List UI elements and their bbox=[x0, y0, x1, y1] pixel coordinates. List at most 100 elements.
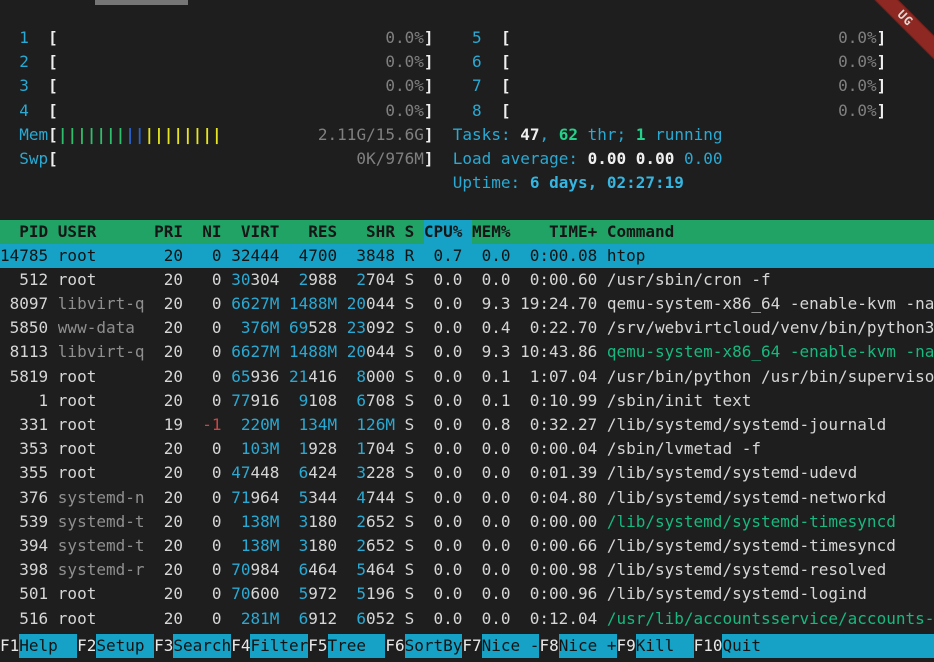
cell-user: root bbox=[58, 244, 154, 268]
fn-F7[interactable]: F7Nice - bbox=[462, 634, 539, 658]
cell-cpu: 0.0 bbox=[424, 486, 472, 510]
process-row[interactable]: 8097libvirt-q2006627M1488M20044S0.09.319… bbox=[0, 292, 934, 316]
header-cpu[interactable]: CPU% bbox=[424, 220, 472, 244]
process-row[interactable]: 394systemd-t200138M31802652S0.00.00:00.6… bbox=[0, 534, 934, 558]
cell-res: 5972 bbox=[289, 582, 347, 606]
cell-res: 1928 bbox=[289, 437, 347, 461]
cell-virt: 70600 bbox=[231, 582, 289, 606]
process-row[interactable]: 1root2007791691086708S0.00.10:10.99/sbin… bbox=[0, 389, 934, 413]
cell-pri: 20 bbox=[154, 316, 193, 340]
process-row[interactable]: 376systemd-n2007196453444744S0.00.00:04.… bbox=[0, 486, 934, 510]
fn-F5[interactable]: F5Tree bbox=[308, 634, 385, 658]
process-row[interactable]: 5850www-data200376M6952823092S0.00.40:22… bbox=[0, 316, 934, 340]
cell-time: 0:00.66 bbox=[520, 534, 607, 558]
cell-mem: 0.8 bbox=[472, 413, 520, 437]
fn-F10[interactable]: F10Quit bbox=[694, 634, 781, 658]
cell-mem: 0.0 bbox=[472, 582, 520, 606]
cell-shr: 126M bbox=[347, 413, 405, 437]
cell-ni: 0 bbox=[193, 607, 232, 631]
cell-time: 10:43.86 bbox=[520, 340, 607, 364]
cell-mem: 0.0 bbox=[472, 268, 520, 292]
cell-user: libvirt-q bbox=[58, 292, 154, 316]
process-row[interactable]: 355root2004744864243228S0.00.00:01.39/li… bbox=[0, 461, 934, 485]
cell-res: 21416 bbox=[289, 365, 347, 389]
cell-shr: 4744 bbox=[347, 486, 405, 510]
process-row[interactable]: 398systemd-r2007098464645464S0.00.00:00.… bbox=[0, 558, 934, 582]
cell-user: root bbox=[58, 389, 154, 413]
cell-mem: 0.0 bbox=[472, 461, 520, 485]
cell-shr: 23092 bbox=[347, 316, 405, 340]
cell-cmd: /usr/bin/python /usr/bin/superviso bbox=[607, 365, 934, 389]
swap-meter: Swp[ 0K/976M] bbox=[0, 149, 434, 168]
fn-F1[interactable]: F1Help bbox=[0, 634, 77, 658]
cell-user: root bbox=[58, 437, 154, 461]
cell-pri: 20 bbox=[154, 486, 193, 510]
process-row[interactable]: 512root2003030429882704S0.00.00:00.60/us… bbox=[0, 268, 934, 292]
header-pri[interactable]: PRI bbox=[154, 220, 193, 244]
cell-cmd: /lib/systemd/systemd-timesyncd bbox=[607, 534, 934, 558]
cell-res: 1488M bbox=[289, 340, 347, 364]
header-pid[interactable]: PID bbox=[0, 220, 58, 244]
process-row[interactable]: 331root19-1220M134M126MS0.00.80:32.27/li… bbox=[0, 413, 934, 437]
cell-cmd: /lib/systemd/systemd-timesyncd bbox=[607, 510, 934, 534]
cell-cmd: /lib/systemd/systemd-networkd bbox=[607, 486, 934, 510]
header-res[interactable]: RES bbox=[289, 220, 347, 244]
process-row[interactable]: 516root200281M69126052S0.00.00:12.04/usr… bbox=[0, 607, 934, 631]
cell-mem: 0.0 bbox=[472, 510, 520, 534]
process-row[interactable]: 14785root2003244447003848R0.70.00:00.08h… bbox=[0, 244, 934, 268]
cpu-meter-4: 4 [ 0.0%] bbox=[0, 101, 434, 120]
cell-cmd: /lib/systemd/systemd-journald bbox=[607, 413, 934, 437]
header-cmd[interactable]: Command bbox=[607, 220, 934, 244]
header-s[interactable]: S bbox=[405, 220, 424, 244]
header-shr[interactable]: SHR bbox=[347, 220, 405, 244]
cell-cpu: 0.0 bbox=[424, 292, 472, 316]
cell-pid: 539 bbox=[0, 510, 58, 534]
cell-pri: 20 bbox=[154, 437, 193, 461]
fn-F6[interactable]: F6SortBy bbox=[385, 634, 462, 658]
process-row[interactable]: 353root200103M19281704S0.00.00:00.04/sbi… bbox=[0, 437, 934, 461]
fn-F4[interactable]: F4Filter bbox=[231, 634, 308, 658]
cell-shr: 1704 bbox=[347, 437, 405, 461]
function-key-bar: F1Help F2Setup F3SearchF4FilterF5Tree F6… bbox=[0, 634, 934, 658]
cell-s: S bbox=[405, 461, 424, 485]
process-row[interactable]: 8113libvirt-q2006627M1488M20044S0.09.310… bbox=[0, 340, 934, 364]
fn-F2[interactable]: F2Setup bbox=[77, 634, 154, 658]
cell-pri: 20 bbox=[154, 534, 193, 558]
cell-s: S bbox=[405, 316, 424, 340]
process-row[interactable]: 5819root20065936214168000S0.00.11:07.04/… bbox=[0, 365, 934, 389]
cell-virt: 65936 bbox=[231, 365, 289, 389]
cell-pri: 20 bbox=[154, 389, 193, 413]
cell-s: S bbox=[405, 582, 424, 606]
cell-cpu: 0.0 bbox=[424, 340, 472, 364]
fn-F8[interactable]: F8Nice + bbox=[539, 634, 616, 658]
cell-s: S bbox=[405, 437, 424, 461]
cell-mem: 0.0 bbox=[472, 534, 520, 558]
cell-pri: 20 bbox=[154, 582, 193, 606]
cell-pri: 20 bbox=[154, 244, 193, 268]
cell-mem: 9.3 bbox=[472, 340, 520, 364]
process-row[interactable]: 539systemd-t200138M31802652S0.00.00:00.0… bbox=[0, 510, 934, 534]
fn-F9[interactable]: F9Kill bbox=[617, 634, 694, 658]
cell-virt: 32444 bbox=[231, 244, 289, 268]
cell-shr: 8000 bbox=[347, 365, 405, 389]
cell-time: 0:01.39 bbox=[520, 461, 607, 485]
load-average-stat: Load average: 0.00 0.00 0.00 bbox=[453, 149, 723, 168]
cell-res: 9108 bbox=[289, 389, 347, 413]
cpu-meter-8: 8 [ 0.0%] bbox=[453, 101, 887, 120]
cell-user: root bbox=[58, 461, 154, 485]
cpu-meter-1: 1 [ 0.0%] bbox=[0, 28, 434, 47]
header-ni[interactable]: NI bbox=[193, 220, 232, 244]
cell-time: 0:04.80 bbox=[520, 486, 607, 510]
header-virt[interactable]: VIRT bbox=[231, 220, 289, 244]
cell-cpu: 0.0 bbox=[424, 461, 472, 485]
header-mem[interactable]: MEM% bbox=[472, 220, 520, 244]
cell-virt: 220M bbox=[231, 413, 289, 437]
cell-cmd: /sbin/init text bbox=[607, 389, 934, 413]
cell-res: 6464 bbox=[289, 558, 347, 582]
fn-F3[interactable]: F3Search bbox=[154, 634, 231, 658]
cell-cmd: qemu-system-x86_64 -enable-kvm -na bbox=[607, 292, 934, 316]
cell-res: 4700 bbox=[289, 244, 347, 268]
process-row[interactable]: 501root2007060059725196S0.00.00:00.96/li… bbox=[0, 582, 934, 606]
header-user[interactable]: USER bbox=[58, 220, 154, 244]
header-time[interactable]: TIME+ bbox=[520, 220, 607, 244]
